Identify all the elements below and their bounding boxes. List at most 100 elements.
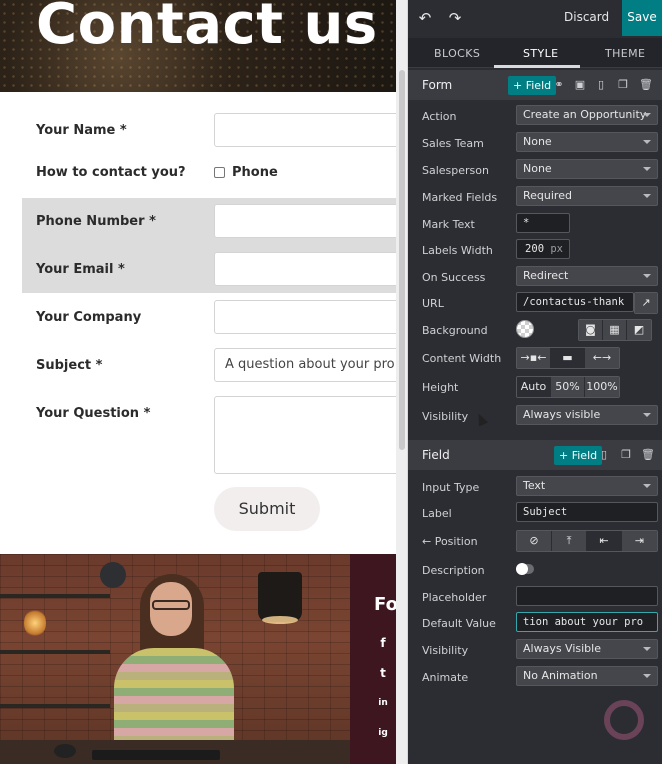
option-field-label: Label Subject [408, 501, 662, 527]
open-link-button[interactable]: ↗ [634, 292, 658, 314]
delete-icon[interactable]: 🗑 [640, 447, 656, 463]
sales-team-select[interactable]: None [516, 132, 658, 152]
submit-button[interactable]: Submit [214, 487, 320, 531]
phone-checkbox[interactable] [214, 167, 225, 178]
height-group: Auto 50% 100% [516, 376, 620, 398]
background-type-group: ◙ ▦ ◩ [578, 319, 652, 341]
option-default-value: Default Value tion about your pro [408, 611, 662, 637]
full-width-icon[interactable]: ←→ [585, 348, 619, 368]
footer-heading: Fo [374, 594, 396, 615]
instagram-icon[interactable]: ig [376, 726, 390, 740]
mobile-icon[interactable]: ▯ [596, 447, 612, 463]
form-visibility-select[interactable]: Always visible [516, 405, 658, 425]
marked-fields-select[interactable]: Required [516, 186, 658, 206]
name-input[interactable] [214, 113, 396, 147]
placeholder-input[interactable] [516, 586, 658, 606]
camera-icon[interactable]: ◙ [579, 320, 603, 340]
footer: Fo f t in ig [350, 554, 396, 764]
tab-style[interactable]: STYLE [523, 47, 559, 60]
label-right-icon[interactable]: ⇥ [622, 531, 657, 551]
option-label: URL [422, 297, 444, 310]
mobile-icon[interactable]: ▯ [593, 77, 609, 93]
phone-checkbox-label[interactable]: Phone [232, 165, 278, 180]
default-value-input[interactable]: tion about your pro [516, 612, 658, 632]
field-label: Your Name * [36, 123, 127, 138]
caret-down-icon [643, 140, 651, 144]
on-success-select[interactable]: Redirect [516, 266, 658, 286]
discard-button[interactable]: Discard [564, 10, 609, 24]
add-field-button[interactable]: + Field [508, 76, 557, 95]
label-top-icon[interactable]: ⤒ [552, 531, 587, 551]
editor-panel: ↶ ↷ Discard Save BLOCKS STYLE THEME Form… [408, 0, 662, 764]
tab-theme[interactable]: THEME [605, 47, 645, 60]
label-left-icon[interactable]: ⇤ [587, 531, 622, 551]
height-100-button[interactable]: 100% [585, 377, 619, 397]
option-label: Background [422, 324, 488, 337]
form-row-name: Your Name * [22, 112, 396, 148]
field-label-input[interactable]: Subject [516, 502, 658, 522]
question-textarea[interactable] [214, 396, 396, 474]
labels-width-input[interactable]: 200 px [516, 239, 570, 259]
option-marked-fields: Marked Fields Required [408, 185, 662, 211]
option-label: On Success [422, 271, 486, 284]
background-color-picker[interactable] [516, 320, 534, 338]
option-label: Labels Width [422, 244, 493, 257]
mark-text-input[interactable]: * [516, 213, 570, 233]
video-icon[interactable]: ▦ [603, 320, 627, 340]
option-label: Placeholder [422, 591, 487, 604]
company-input[interactable] [214, 300, 396, 334]
contact-form: Your Name * How to contact you? Phone Ph… [0, 92, 396, 554]
height-auto-button[interactable]: Auto [517, 377, 551, 397]
phone-input[interactable] [214, 204, 396, 238]
caret-down-icon [643, 647, 651, 651]
undo-icon[interactable]: ↶ [416, 9, 434, 27]
option-url: URL /contactus-thank ↗ [408, 291, 662, 317]
option-label: Content Width [422, 352, 502, 365]
twitter-icon[interactable]: t [376, 666, 390, 680]
description-toggle[interactable] [516, 563, 534, 575]
save-button[interactable]: Save [622, 0, 662, 36]
salesperson-select[interactable]: None [516, 159, 658, 179]
option-on-success: On Success Redirect [408, 265, 662, 291]
input-type-select[interactable]: Text [516, 476, 658, 496]
facebook-icon[interactable]: f [376, 636, 390, 650]
delete-icon[interactable]: 🗑 [638, 77, 654, 93]
highlighted-field-group: Phone Number * Your Email * [22, 198, 396, 293]
option-sales-team: Sales Team None [408, 131, 662, 157]
preview-scrollbar[interactable] [396, 0, 408, 764]
option-label: Salesperson [422, 164, 489, 177]
save-icon[interactable]: ▣ [572, 77, 588, 93]
link-icon[interactable]: ⚭ [551, 77, 567, 93]
email-input[interactable] [214, 252, 396, 286]
option-label: Input Type [422, 481, 480, 494]
option-label: Label [422, 507, 452, 520]
video-player[interactable] [0, 554, 350, 764]
option-label: Mark Text [422, 218, 475, 231]
caret-down-icon [643, 413, 651, 417]
field-visibility-select[interactable]: Always Visible [516, 639, 658, 659]
option-action: Action Create an Opportunity [408, 104, 662, 130]
narrow-width-icon[interactable]: →▪← [517, 348, 551, 368]
lamp-glow [262, 616, 298, 624]
loading-ring-icon [604, 700, 644, 740]
field-label: How to contact you? [36, 165, 186, 180]
option-height: Height Auto 50% 100% [408, 375, 662, 401]
height-50-button[interactable]: 50% [551, 377, 585, 397]
tab-blocks[interactable]: BLOCKS [434, 47, 480, 60]
action-select[interactable]: Create an Opportunity [516, 105, 658, 125]
field-section-header: Field + Field ▯ ❐ 🗑 [408, 440, 662, 470]
keyboard [92, 750, 220, 760]
duplicate-icon[interactable]: ❐ [618, 447, 634, 463]
hide-label-icon[interactable]: ⊘ [517, 531, 552, 551]
regular-width-icon[interactable]: ▬ [551, 348, 585, 368]
linkedin-icon[interactable]: in [376, 696, 390, 710]
subject-input[interactable]: A question about your pro [214, 348, 396, 382]
animate-select[interactable]: No Animation [516, 666, 658, 686]
scrollbar-thumb[interactable] [399, 70, 405, 450]
add-field-button[interactable]: + Field [554, 446, 603, 465]
option-form-visibility: Visibility Always visible [408, 404, 662, 430]
redo-icon[interactable]: ↷ [446, 9, 464, 27]
gradient-icon[interactable]: ◩ [627, 320, 651, 340]
url-input[interactable]: /contactus-thank [516, 292, 634, 312]
duplicate-icon[interactable]: ❐ [615, 77, 631, 93]
